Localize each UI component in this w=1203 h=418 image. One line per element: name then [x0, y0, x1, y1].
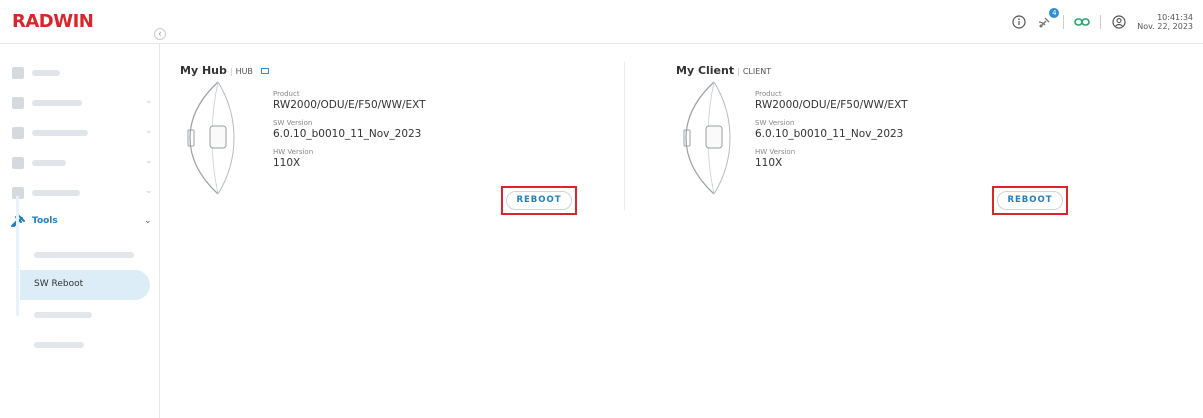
- client-reboot-button[interactable]: REBOOT: [997, 191, 1063, 210]
- reboot-highlight-box: REBOOT: [992, 186, 1068, 215]
- obscured-label: [34, 252, 134, 258]
- notification-badge: 4: [1049, 8, 1060, 18]
- title-separator: |: [229, 67, 233, 76]
- sidebar-item-label: Tools: [32, 216, 58, 226]
- sidebar-item-2[interactable]: ⌄: [0, 88, 160, 118]
- hub-role: HUB: [235, 67, 253, 76]
- product-value: RW2000/ODU/E/F50/WW/EXT: [755, 99, 908, 111]
- hub-title: My Hub | HUB: [180, 64, 269, 77]
- antenna-dish-icon: [683, 81, 731, 195]
- sidebar-item-4[interactable]: ⌄: [0, 148, 160, 178]
- obscured-label: [32, 100, 82, 106]
- chevron-down-icon: ⌄: [144, 215, 152, 225]
- sidebar-subitem-1[interactable]: [20, 240, 150, 270]
- antenna-dish-icon: [187, 81, 235, 195]
- monitor-icon[interactable]: [260, 68, 269, 74]
- hw-version-label: HW Version: [755, 148, 796, 156]
- sw-version-label: SW Version: [273, 119, 313, 127]
- menu-item-icon: [12, 157, 24, 169]
- sidebar-item-3[interactable]: ⌄: [0, 118, 160, 148]
- menu-item-icon: [12, 127, 24, 139]
- obscured-label: [32, 70, 60, 76]
- chevron-down-icon: ⌄: [145, 155, 153, 165]
- client-card: My Client | CLIENT Product RW2000/ODU/E/F5…: [676, 58, 1106, 228]
- sw-version-value: 6.0.10_b0010_11_Nov_2023: [755, 128, 904, 140]
- obscured-label: [32, 190, 80, 196]
- user-account-icon[interactable]: [1111, 14, 1127, 30]
- client-title: My Client | CLIENT: [676, 64, 771, 77]
- toolbar-divider: [1063, 15, 1065, 29]
- top-right-toolbar: 4 10:41:34 Nov. 22, 2023: [1011, 6, 1193, 38]
- link-icon[interactable]: [1074, 14, 1091, 30]
- radwin-logo[interactable]: RADWIN: [12, 11, 94, 32]
- submenu-rail: [16, 196, 19, 316]
- client-role: CLIENT: [742, 67, 772, 76]
- obscured-label: [34, 342, 84, 348]
- hub-reboot-button[interactable]: REBOOT: [506, 191, 572, 210]
- hw-version-label: HW Version: [273, 148, 314, 156]
- toolbar-divider: [1100, 15, 1102, 29]
- sw-version-label: SW Version: [755, 119, 795, 127]
- client-name: My Client: [676, 64, 735, 77]
- obscured-label: [32, 160, 66, 166]
- sidebar-subitem-label: SW Reboot: [34, 279, 84, 289]
- clock-date: Nov. 22, 2023: [1137, 22, 1193, 31]
- chevron-down-icon: ⌄: [145, 125, 153, 135]
- obscured-label: [32, 130, 88, 136]
- obscured-label: [34, 312, 92, 318]
- reboot-highlight-box: REBOOT: [501, 186, 577, 215]
- hw-version-value: 110X: [755, 157, 783, 169]
- top-bar: RADWIN 4 10:41:34 Nov. 22, 2023: [0, 0, 1203, 44]
- sidebar: ⌄ ⌄ ⌄ ⌄ Tools ⌄ SW Reboot: [0, 44, 160, 418]
- hub-name: My Hub: [180, 64, 227, 77]
- satellite-alarm-icon[interactable]: 4: [1037, 8, 1060, 30]
- sidebar-subitem-sw-reboot[interactable]: SW Reboot: [20, 270, 150, 300]
- info-icon[interactable]: [1011, 14, 1027, 30]
- sidebar-item-1[interactable]: [0, 58, 160, 88]
- sidebar-collapse-button[interactable]: ‹: [154, 28, 166, 40]
- sidebar-subitem-4[interactable]: [20, 330, 150, 360]
- hub-details: Product RW2000/ODU/E/F50/WW/EXT SW Versi…: [273, 90, 426, 177]
- menu-item-icon: [12, 97, 24, 109]
- hub-card: My Hub | HUB Product RW2000/ODU/E/F50/WW/E…: [180, 58, 610, 228]
- product-value: RW2000/ODU/E/F50/WW/EXT: [273, 99, 426, 111]
- menu-item-icon: [12, 67, 24, 79]
- title-separator: |: [737, 67, 740, 76]
- card-divider: [624, 62, 625, 210]
- sw-version-value: 6.0.10_b0010_11_Nov_2023: [273, 128, 422, 140]
- product-label: Product: [273, 90, 300, 98]
- chevron-down-icon: ⌄: [145, 185, 153, 195]
- sidebar-item-tools[interactable]: Tools ⌄: [0, 208, 160, 238]
- clock-time: 10:41:34: [1157, 13, 1193, 22]
- hw-version-value: 110X: [273, 157, 301, 169]
- chevron-down-icon: ⌄: [145, 95, 153, 105]
- sidebar-item-5[interactable]: ⌄: [0, 178, 160, 208]
- date-time-display: 10:41:34 Nov. 22, 2023: [1137, 13, 1193, 31]
- client-details: Product RW2000/ODU/E/F50/WW/EXT SW Versi…: [755, 90, 908, 177]
- product-label: Product: [755, 90, 782, 98]
- sidebar-subitem-3[interactable]: [20, 300, 150, 330]
